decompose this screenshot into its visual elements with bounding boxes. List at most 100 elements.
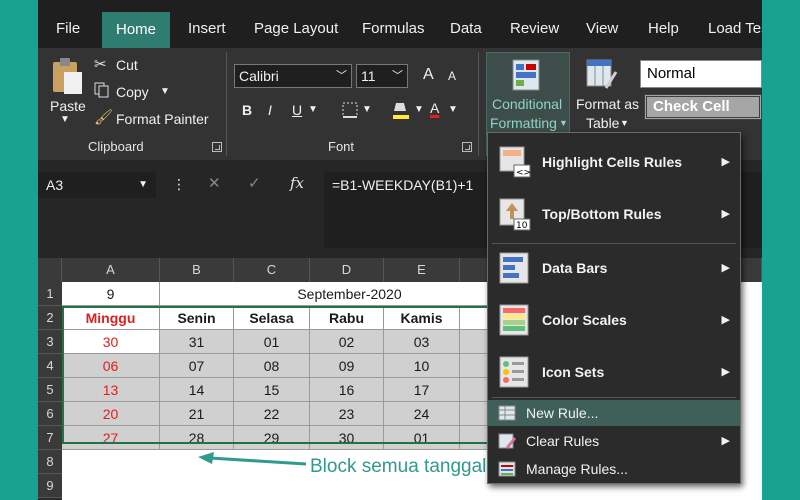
font-color-dropdown-icon[interactable]: ▼: [448, 104, 458, 115]
style-normal[interactable]: Normal: [640, 60, 762, 88]
cell-d7[interactable]: 30: [310, 426, 384, 450]
cell-a4[interactable]: 06: [62, 354, 160, 378]
cell-a1[interactable]: 9: [62, 282, 160, 306]
tab-load-test[interactable]: Load Tes: [694, 10, 762, 48]
menu-item-highlight-cells-rules[interactable]: <> Highlight Cells Rules ▶: [488, 143, 740, 183]
row-header-5[interactable]: 5: [38, 378, 62, 402]
cell-a2[interactable]: Minggu: [62, 306, 160, 330]
cell-e2[interactable]: Kamis: [384, 306, 460, 330]
format-as-table-icon[interactable]: [586, 58, 618, 92]
row-header-4[interactable]: 4: [38, 354, 62, 378]
font-size-combo[interactable]: 11 ﹀: [356, 64, 408, 88]
cell-d3[interactable]: 02: [310, 330, 384, 354]
format-painter-button[interactable]: Format Painter: [116, 111, 209, 127]
menu-item-manage-rules[interactable]: Manage Rules...: [488, 456, 740, 482]
cell-c3[interactable]: 01: [234, 330, 310, 354]
cell-a6[interactable]: 20: [62, 402, 160, 426]
borders-dropdown-icon[interactable]: ▼: [362, 104, 372, 115]
cell-b6[interactable]: 21: [160, 402, 234, 426]
cut-button[interactable]: Cut: [116, 57, 138, 73]
tab-file[interactable]: File: [42, 10, 94, 48]
cell-d4[interactable]: 09: [310, 354, 384, 378]
menu-item-data-bars[interactable]: Data Bars ▶: [488, 249, 740, 289]
cell-b1-merged[interactable]: September-2020: [160, 282, 540, 306]
format-as-table-label-2[interactable]: Table: [586, 115, 619, 131]
cell-e3[interactable]: 03: [384, 330, 460, 354]
menu-item-color-scales[interactable]: Color Scales ▶: [488, 301, 740, 341]
font-launcher-icon[interactable]: [462, 142, 472, 152]
tab-formulas[interactable]: Formulas: [348, 10, 439, 48]
cell-d5[interactable]: 16: [310, 378, 384, 402]
row-header-8[interactable]: 8: [38, 450, 62, 474]
fill-dropdown-icon[interactable]: ▼: [414, 104, 424, 115]
select-all-corner[interactable]: [38, 258, 62, 282]
cell-c2[interactable]: Selasa: [234, 306, 310, 330]
column-header-e[interactable]: E: [384, 258, 460, 282]
enter-icon[interactable]: ✓: [248, 174, 261, 192]
column-header-d[interactable]: D: [310, 258, 384, 282]
row-header-3[interactable]: 3: [38, 330, 62, 354]
italic-button[interactable]: I: [268, 102, 272, 118]
tab-view[interactable]: View: [572, 10, 632, 48]
tab-help[interactable]: Help: [634, 10, 693, 48]
paste-dropdown-icon[interactable]: ▼: [60, 114, 70, 125]
cell-b3[interactable]: 31: [160, 330, 234, 354]
insert-function-icon[interactable]: fx: [290, 174, 304, 192]
row-header-1[interactable]: 1: [38, 282, 62, 306]
fill-color-icon[interactable]: [392, 100, 410, 120]
cell-b2[interactable]: Senin: [160, 306, 234, 330]
cancel-icon[interactable]: ✕: [208, 174, 221, 192]
underline-button[interactable]: U: [292, 102, 302, 118]
cell-c4[interactable]: 08: [234, 354, 310, 378]
more-options-icon[interactable]: ⋮: [172, 176, 186, 193]
copy-dropdown-icon[interactable]: ▼: [160, 86, 170, 97]
cell-a5[interactable]: 13: [62, 378, 160, 402]
format-painter-icon[interactable]: 🖌: [94, 108, 113, 126]
bold-button[interactable]: B: [242, 102, 252, 118]
tab-data[interactable]: Data: [436, 10, 496, 48]
cut-icon[interactable]: ✂: [94, 55, 107, 73]
cell-a3[interactable]: 30: [62, 330, 160, 354]
menu-item-clear-rules[interactable]: Clear Rules ▶: [488, 428, 740, 454]
row-header-7[interactable]: 7: [38, 426, 62, 450]
menu-item-icon-sets[interactable]: Icon Sets ▶: [488, 353, 740, 393]
cell-e5[interactable]: 17: [384, 378, 460, 402]
format-as-table-dropdown-icon[interactable]: ▼: [620, 118, 629, 128]
grow-font-icon[interactable]: A: [423, 66, 434, 84]
tab-page-layout[interactable]: Page Layout: [240, 10, 352, 48]
cell-c6[interactable]: 22: [234, 402, 310, 426]
cell-b4[interactable]: 07: [160, 354, 234, 378]
font-color-icon[interactable]: A: [430, 100, 439, 116]
cell-d6[interactable]: 23: [310, 402, 384, 426]
name-box[interactable]: A3 ▼: [38, 172, 156, 198]
underline-dropdown-icon[interactable]: ▼: [308, 104, 318, 115]
copy-icon[interactable]: [94, 82, 110, 98]
paste-icon[interactable]: [50, 56, 84, 96]
clipboard-launcher-icon[interactable]: [212, 142, 222, 152]
copy-button[interactable]: Copy: [116, 84, 149, 100]
cell-e4[interactable]: 10: [384, 354, 460, 378]
font-name-combo[interactable]: Calibri ﹀: [234, 64, 352, 88]
name-box-dropdown-icon[interactable]: ▼: [138, 172, 148, 198]
cell-b5[interactable]: 14: [160, 378, 234, 402]
cell-e7[interactable]: 01: [384, 426, 460, 450]
paste-label[interactable]: Paste: [50, 98, 86, 114]
column-header-a[interactable]: A: [62, 258, 160, 282]
tab-review[interactable]: Review: [496, 10, 573, 48]
shrink-font-icon[interactable]: A: [448, 69, 456, 83]
menu-item-top-bottom-rules[interactable]: 10 Top/Bottom Rules ▶: [488, 195, 740, 235]
column-header-c[interactable]: C: [234, 258, 310, 282]
row-header-6[interactable]: 6: [38, 402, 62, 426]
style-check-cell[interactable]: Check Cell: [644, 94, 762, 120]
cell-e6[interactable]: 24: [384, 402, 460, 426]
menu-item-new-rule[interactable]: New Rule...: [488, 400, 740, 426]
tab-insert[interactable]: Insert: [174, 10, 240, 48]
format-as-table-label-1[interactable]: Format as: [576, 96, 639, 112]
row-header-2[interactable]: 2: [38, 306, 62, 330]
column-header-b[interactable]: B: [160, 258, 234, 282]
cell-c7[interactable]: 29: [234, 426, 310, 450]
row-header-9[interactable]: 9: [38, 474, 62, 498]
tab-home[interactable]: Home: [102, 12, 171, 48]
cell-a7[interactable]: 27: [62, 426, 160, 450]
cell-d2[interactable]: Rabu: [310, 306, 384, 330]
